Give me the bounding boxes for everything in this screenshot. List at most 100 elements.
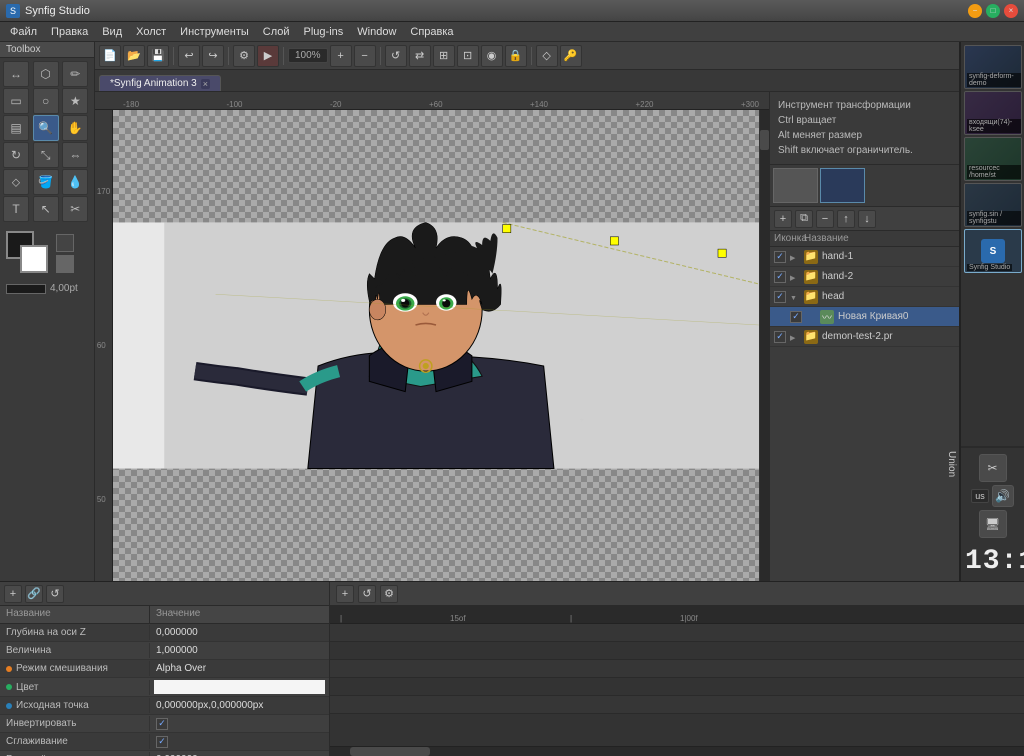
canvas-tab-close[interactable]: × <box>201 79 210 89</box>
menu-canvas[interactable]: Холст <box>130 25 172 39</box>
layers-tb-down[interactable]: ↓ <box>858 210 876 228</box>
layers-tb-new[interactable]: + <box>774 210 792 228</box>
tool-scale[interactable]: ⤡ <box>33 142 59 168</box>
tb-zoom-out[interactable]: − <box>354 45 376 67</box>
tool-cursor[interactable]: ↖ <box>33 196 59 222</box>
dock-audio[interactable]: 🔊 <box>992 485 1014 507</box>
prop-value-feather[interactable]: 0,000000px <box>150 752 329 756</box>
layer-expand-demon[interactable] <box>790 332 800 342</box>
dock-thumb-resource[interactable]: resourcec /home/st <box>964 137 1022 181</box>
menu-edit[interactable]: Правка <box>45 25 94 39</box>
menu-view[interactable]: Вид <box>96 25 128 39</box>
tb-onion[interactable]: ◉ <box>481 45 503 67</box>
tb-waypoint[interactable]: ◇ <box>536 45 558 67</box>
tb-undo[interactable]: ↩ <box>178 45 200 67</box>
tool-mirror[interactable]: ⇔ <box>62 142 88 168</box>
timeline-tb-options[interactable]: ⚙ <box>380 585 398 603</box>
tool-zoom[interactable]: 🔍 <box>33 115 59 141</box>
timeline-tb-loop[interactable]: ↺ <box>358 585 376 603</box>
tb-lock[interactable]: 🔒 <box>505 45 527 67</box>
layer-item-curve[interactable]: 〰 Новая Кривая0 <box>770 307 959 327</box>
timeline-tb-add-key[interactable]: + <box>336 585 354 603</box>
canvas-viewport[interactable]: + <box>113 110 759 581</box>
tb-save[interactable]: 💾 <box>147 45 169 67</box>
dock-thumb-synfig-sin[interactable]: synfig.sin / synfigstu <box>964 183 1022 227</box>
layer-item-hand2[interactable]: 📁 hand-2 <box>770 267 959 287</box>
tool-rotate[interactable]: ↻ <box>3 142 29 168</box>
prop-value-antialias[interactable] <box>156 736 168 748</box>
tool-feather[interactable]: ⬦ <box>3 169 29 195</box>
layer-item-demon[interactable]: 📁 demon-test-2.pr <box>770 327 959 347</box>
dock-lang[interactable]: us <box>971 489 989 503</box>
outline-swatch[interactable] <box>56 234 74 252</box>
canvas-scrollbar-v[interactable] <box>759 110 769 581</box>
tool-transform[interactable]: ↔ <box>3 61 29 87</box>
dock-cut[interactable]: ✂ <box>979 454 1007 482</box>
menu-layer[interactable]: Слой <box>257 25 296 39</box>
layers-tb-delete[interactable]: − <box>816 210 834 228</box>
prop-value-blend[interactable]: Alpha Over <box>150 661 329 676</box>
background-color-swatch[interactable] <box>20 245 48 273</box>
zoom-control[interactable]: 100% <box>288 48 328 63</box>
tb-open[interactable]: 📂 <box>123 45 145 67</box>
tool-gradient[interactable]: ▤ <box>3 115 29 141</box>
tb-redo[interactable]: ↪ <box>202 45 224 67</box>
small-thumb-1[interactable] <box>773 168 818 203</box>
tb-keyframe[interactable]: 🔑 <box>560 45 582 67</box>
prop-value-magnitude[interactable]: 1,000000 <box>150 643 329 658</box>
props-tb-add[interactable]: + <box>4 585 22 603</box>
layer-vis-hand2[interactable] <box>774 271 786 283</box>
tool-text[interactable]: T <box>3 196 29 222</box>
tool-circle[interactable]: ○ <box>33 88 59 114</box>
tb-flip-h[interactable]: ⇄ <box>409 45 431 67</box>
prop-value-color[interactable] <box>154 680 325 694</box>
close-button[interactable]: × <box>1004 4 1018 18</box>
menu-file[interactable]: Файл <box>4 25 43 39</box>
timeline-scroll-thumb[interactable] <box>350 747 430 756</box>
tool-fill[interactable]: 🪣 <box>33 169 59 195</box>
dock-thumb-studio[interactable]: S Synfig Studio <box>964 229 1022 273</box>
layer-vis-curve[interactable] <box>790 311 802 323</box>
tool-eyedrop[interactable]: 💧 <box>62 169 88 195</box>
layer-item-hand1[interactable]: 📁 hand-1 <box>770 247 959 267</box>
layer-expand-curve[interactable] <box>806 312 816 322</box>
dock-thumb-deform[interactable]: synfig-deform-demo <box>964 45 1022 89</box>
tb-new[interactable]: 📄 <box>99 45 121 67</box>
canvas-tab[interactable]: *Synfig Animation 3 × <box>99 75 221 91</box>
tool-pan[interactable]: ✋ <box>62 115 88 141</box>
layer-vis-head[interactable] <box>774 291 786 303</box>
layer-vis-hand1[interactable] <box>774 251 786 263</box>
prop-value-invert[interactable] <box>156 718 168 730</box>
tool-rect[interactable]: ▭ <box>3 88 29 114</box>
dock-thumb-ksee[interactable]: входящи(74)-ksee <box>964 91 1022 135</box>
menu-tools[interactable]: Инструменты <box>174 25 255 39</box>
tool-star[interactable]: ★ <box>62 88 88 114</box>
props-tb-refresh[interactable]: ↺ <box>46 585 64 603</box>
layer-expand-hand2[interactable] <box>790 272 800 282</box>
dock-monitor[interactable]: 🖥 <box>979 510 1007 538</box>
prop-value-origin[interactable]: 0,000000px,0,000000px <box>150 698 329 713</box>
layers-tb-duplicate[interactable]: ⧉ <box>795 210 813 228</box>
layer-expand-head[interactable] <box>790 292 800 302</box>
tb-render[interactable]: ▶ <box>257 45 279 67</box>
menu-help[interactable]: Справка <box>404 25 459 39</box>
tool-cut[interactable]: ✂ <box>62 196 88 222</box>
timeline-scrollbar[interactable] <box>330 746 1024 756</box>
layers-tb-up[interactable]: ↑ <box>837 210 855 228</box>
layer-vis-demon[interactable] <box>774 331 786 343</box>
scroll-thumb-v[interactable] <box>760 130 769 150</box>
prop-value-depth[interactable]: 0,000000 <box>150 625 329 640</box>
tb-rotate-left[interactable]: ↺ <box>385 45 407 67</box>
small-thumb-2-active[interactable] <box>820 168 865 203</box>
tb-zoom-in[interactable]: + <box>330 45 352 67</box>
menu-plugins[interactable]: Plug-ins <box>298 25 350 39</box>
layer-item-head[interactable]: 📁 head <box>770 287 959 307</box>
tool-node[interactable]: ⬡ <box>33 61 59 87</box>
props-tb-link[interactable]: 🔗 <box>25 585 43 603</box>
fill-swatch[interactable] <box>56 255 74 273</box>
tool-bline[interactable]: ✏ <box>62 61 88 87</box>
minimize-button[interactable]: − <box>968 4 982 18</box>
menu-window[interactable]: Window <box>351 25 402 39</box>
layer-expand-hand1[interactable] <box>790 252 800 262</box>
maximize-button[interactable]: □ <box>986 4 1000 18</box>
